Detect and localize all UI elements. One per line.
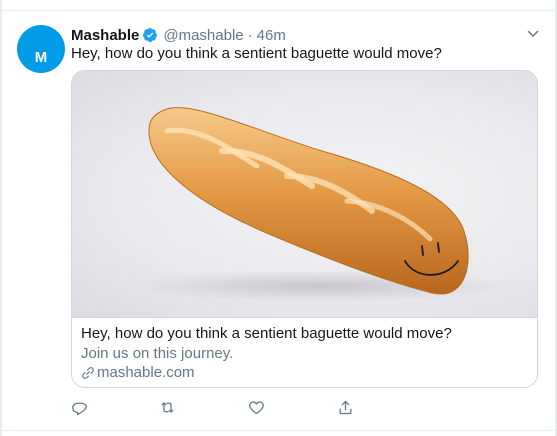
reply-icon <box>71 402 87 415</box>
card-title: Hey, how do you think a sentient baguett… <box>81 325 452 342</box>
tweet-bottom-divider <box>0 430 557 431</box>
verified-badge-icon <box>143 28 158 42</box>
card-description: Join us on this journey. <box>81 345 234 362</box>
tweet-text: Hey, how do you think a sentient baguett… <box>71 45 442 62</box>
retweet-icon <box>161 401 173 413</box>
retweet-button[interactable] <box>157 397 177 417</box>
link-icon <box>82 366 94 379</box>
baguette-image <box>132 107 512 302</box>
timeline-left-border <box>0 0 2 436</box>
chevron-down-icon[interactable] <box>527 28 539 40</box>
share-button[interactable] <box>335 397 355 417</box>
card-link[interactable]: mashable.com <box>81 363 195 382</box>
header-separator: · <box>247 26 253 44</box>
card-image[interactable] <box>72 71 537 317</box>
share-icon <box>339 400 351 414</box>
card-domain: mashable.com <box>97 364 195 381</box>
reply-button[interactable] <box>69 397 89 417</box>
tweet-top-divider <box>0 10 557 11</box>
avatar[interactable]: M <box>17 25 65 73</box>
like-button[interactable] <box>246 397 266 417</box>
tweet-timestamp[interactable]: 46m <box>257 27 286 44</box>
author-name[interactable]: Mashable <box>71 27 139 44</box>
avatar-letter: M <box>34 49 48 66</box>
author-handle[interactable]: @mashable <box>163 27 243 44</box>
card-divider <box>72 317 537 318</box>
tweet-header: Mashable @mashable · 46m <box>71 25 286 45</box>
heart-icon <box>248 400 264 414</box>
link-card[interactable]: Hey, how do you think a sentient baguett… <box>71 70 538 388</box>
